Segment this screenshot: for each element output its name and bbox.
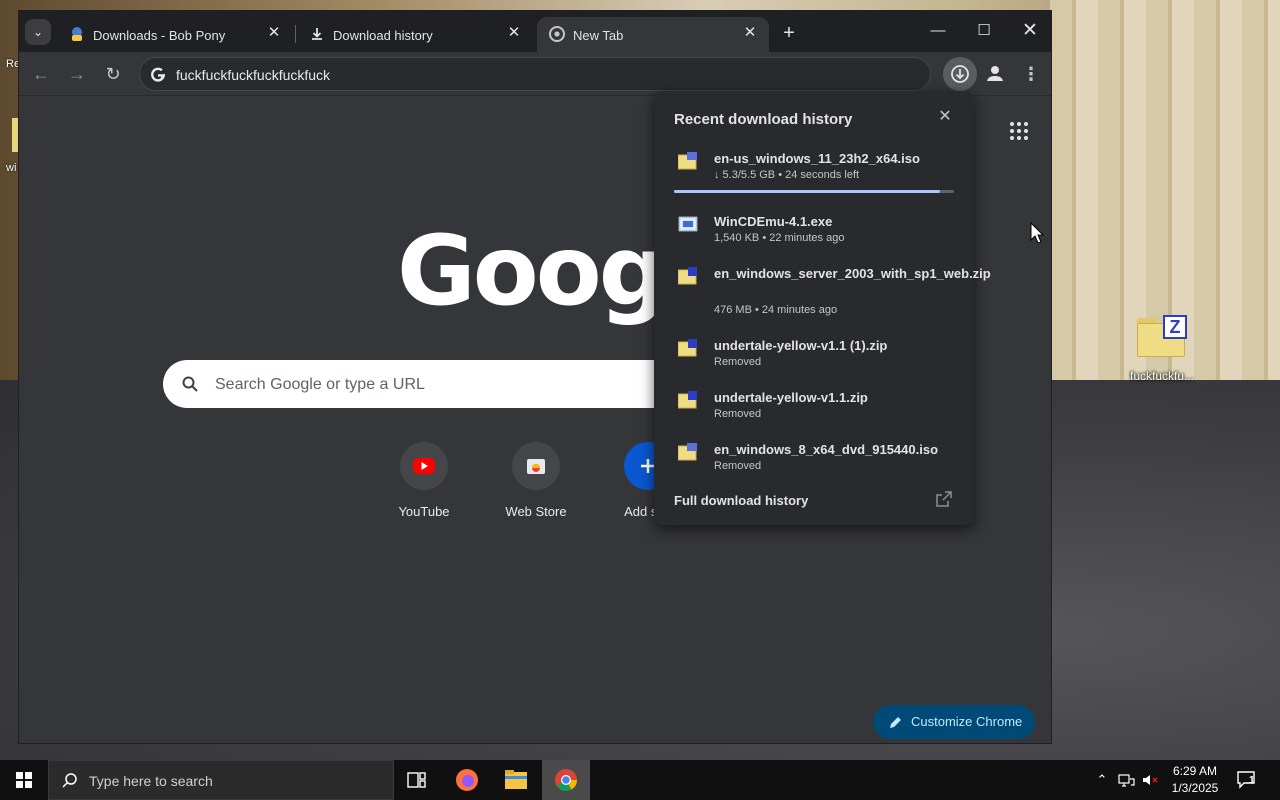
- mouse-cursor-icon: [1030, 222, 1044, 244]
- desktop-icon-label: fuckfuckfu...: [1129, 369, 1195, 383]
- taskbar-search-box[interactable]: Type here to search: [48, 760, 394, 800]
- open-external-icon[interactable]: [936, 491, 952, 507]
- chrome-taskbar-icon[interactable]: [542, 760, 590, 800]
- shortcut-label: YouTube: [398, 504, 450, 519]
- volume-muted-icon[interactable]: [1140, 770, 1160, 790]
- download-filename: en_windows_8_x64_dvd_915440.iso: [714, 442, 939, 457]
- search-placeholder: Search Google or type a URL: [215, 376, 425, 393]
- new-tab-button[interactable]: +: [775, 19, 803, 47]
- notification-icon: [1237, 771, 1255, 789]
- clock-date: 1/3/2025: [1171, 781, 1219, 795]
- download-status: Removed: [714, 460, 762, 472]
- tab-download-history[interactable]: Download history ✕: [297, 17, 533, 52]
- maximize-button[interactable]: ☐: [961, 11, 1007, 51]
- download-item[interactable]: undertale-yellow-v1.1 (1).zip Removed: [654, 336, 974, 382]
- download-filename: WinCDEmu-4.1.exe: [714, 214, 833, 229]
- web-store-icon: [527, 459, 545, 474]
- tab-strip: ⌄ Downloads - Bob Pony ✕ Download histor…: [19, 11, 1051, 52]
- download-bubble: Recent download history ✕ en-us_windows_…: [654, 91, 991, 525]
- file-explorer-icon[interactable]: [492, 760, 540, 800]
- taskbar-search-placeholder: Type here to search: [89, 773, 213, 789]
- download-item[interactable]: WinCDEmu-4.1.exe 1,540 KB • 22 minutes a…: [654, 212, 974, 258]
- iso-file-icon: [678, 152, 697, 170]
- close-icon[interactable]: ✕: [505, 24, 523, 42]
- customize-label: Customize Chrome: [911, 714, 1023, 729]
- address-bar[interactable]: fuckfuckfuckfuckfuckfuck: [139, 57, 931, 91]
- profile-icon[interactable]: [981, 60, 1009, 88]
- shortcut-web-store[interactable]: Web Store: [486, 442, 586, 519]
- address-text: fuckfuckfuckfuckfuckfuck: [176, 67, 331, 83]
- windows-start-icon[interactable]: [0, 760, 48, 800]
- download-status: ↓ 5.3/5.5 GB • 24 seconds left: [714, 169, 860, 181]
- shortcut-label: Web Store: [505, 504, 567, 519]
- close-icon[interactable]: ✕: [741, 24, 759, 42]
- download-filename: undertale-yellow-v1.1.zip: [714, 390, 868, 405]
- tab-new-tab[interactable]: New Tab ✕: [537, 17, 769, 52]
- download-icon: [312, 28, 322, 40]
- tab-downloads-bob-pony[interactable]: Downloads - Bob Pony ✕: [57, 17, 293, 52]
- download-status: 476 MB • 24 minutes ago: [714, 304, 838, 316]
- taskbar-clock[interactable]: 6:29 AM 1/3/2025: [1166, 763, 1224, 797]
- desktop-icon-fragment: wi: [6, 162, 17, 174]
- full-download-history-link[interactable]: Full download history: [674, 493, 808, 508]
- menu-kebab-icon[interactable]: ⋮: [1017, 60, 1045, 88]
- firefox-icon[interactable]: [443, 760, 491, 800]
- notification-count: 1: [1249, 775, 1255, 786]
- download-progress-fill: [674, 190, 940, 193]
- download-item[interactable]: en_windows_server_2003_with_sp1_web.zip …: [654, 264, 991, 324]
- desktop-zip-folder[interactable]: Z fuckfuckfu...: [1120, 315, 1204, 383]
- close-icon[interactable]: ✕: [936, 108, 954, 126]
- download-circle-icon: [951, 65, 969, 83]
- tab-title: New Tab: [573, 28, 624, 43]
- youtube-icon: [413, 458, 435, 474]
- browser-toolbar: ← → ↻ fuckfuckfuckfuckfuckfuck ⋮: [19, 52, 1051, 96]
- customize-chrome-button[interactable]: Customize Chrome: [873, 705, 1035, 739]
- pencil-icon: [890, 717, 901, 728]
- download-filename: undertale-yellow-v1.1 (1).zip: [714, 338, 888, 353]
- download-item[interactable]: en-us_windows_11_23h2_x64.iso ↓ 5.3/5.5 …: [654, 149, 974, 195]
- tab-separator: [295, 25, 296, 43]
- close-icon[interactable]: ✕: [265, 24, 283, 42]
- google-g-icon: [151, 67, 166, 82]
- tab-search-button[interactable]: ⌄: [25, 19, 51, 45]
- tab-title: Downloads - Bob Pony: [93, 28, 226, 43]
- action-center-button[interactable]: 1: [1236, 770, 1260, 790]
- exe-file-icon: [678, 216, 698, 232]
- chrome-icon: [549, 26, 565, 42]
- network-icon[interactable]: [1116, 770, 1136, 790]
- google-search-box[interactable]: Search Google or type a URL: [163, 360, 723, 408]
- download-bubble-title: Recent download history: [674, 111, 853, 128]
- zip-file-icon: [678, 391, 697, 409]
- clock-time: 6:29 AM: [1172, 764, 1218, 778]
- search-icon: [182, 376, 198, 392]
- close-window-button[interactable]: ✕: [1007, 11, 1053, 51]
- tab-title: Download history: [333, 28, 433, 43]
- download-status: Removed: [714, 356, 762, 368]
- zip-file-icon: [678, 267, 697, 285]
- reload-button[interactable]: ↻: [99, 60, 127, 88]
- iso-file-icon: [678, 443, 697, 461]
- forward-button[interactable]: →: [63, 60, 91, 88]
- download-status: Removed: [714, 408, 762, 420]
- zip-folder-icon: Z: [1137, 315, 1187, 357]
- downloads-button[interactable]: [943, 57, 977, 91]
- windows-taskbar: Type here to search ⌃ 6:29 AM 1/3/2025 1: [0, 760, 1280, 800]
- task-view-icon[interactable]: [392, 760, 440, 800]
- zip-file-icon: [678, 339, 697, 357]
- download-status: 1,540 KB • 22 minutes ago: [714, 232, 845, 244]
- shortcut-youtube[interactable]: YouTube: [374, 442, 474, 519]
- download-filename: en_windows_server_2003_with_sp1_web.zip: [714, 266, 991, 281]
- download-item[interactable]: en_windows_8_x64_dvd_915440.iso Removed: [654, 440, 974, 486]
- download-filename: en-us_windows_11_23h2_x64.iso: [714, 151, 920, 166]
- minimize-button[interactable]: —: [915, 11, 961, 51]
- chevron-up-icon[interactable]: ⌃: [1092, 770, 1112, 790]
- download-item[interactable]: undertale-yellow-v1.1.zip Removed: [654, 388, 974, 434]
- bob-pony-favicon: [72, 27, 82, 41]
- google-apps-icon[interactable]: [1005, 117, 1033, 145]
- search-icon: [62, 773, 77, 788]
- back-button[interactable]: ←: [27, 60, 55, 88]
- download-progress-bar: [674, 190, 954, 193]
